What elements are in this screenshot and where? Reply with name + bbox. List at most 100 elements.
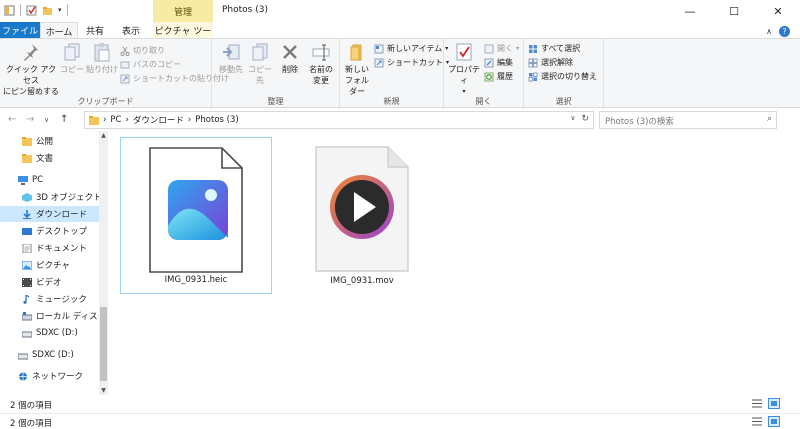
history-button[interactable]: 履歴 <box>484 71 513 82</box>
paste-button[interactable]: 貼り付け <box>86 42 118 75</box>
nav-label: ネットワーク <box>32 372 84 382</box>
nav-item-videos[interactable]: ビデオ <box>0 274 99 290</box>
large-icons-view-icon[interactable] <box>768 416 780 427</box>
quick-access-toolbar: ▾ <box>4 4 68 16</box>
new-item-label: 新しいアイテム <box>387 44 443 53</box>
copy-to-label: コピー先 <box>248 65 272 85</box>
file-item-heic[interactable]: IMG_0931.heic <box>120 137 272 294</box>
select-none-button[interactable]: 選択解除 <box>528 57 573 68</box>
nav-item-documents-folder[interactable]: 文書 <box>0 150 99 166</box>
clipboard-group-label: クリップボード <box>77 97 134 106</box>
close-button[interactable]: ✕ <box>756 0 800 22</box>
nav-scrollbar[interactable]: ▲ ▼ <box>99 131 108 395</box>
tab-file[interactable]: ファイル <box>0 22 40 38</box>
nav-item-sdxc-d[interactable]: SDXC (D:) <box>0 325 99 341</box>
navigation-pane: 公開 文書 PC 3D オブジェクト ダウンロード デスクトップ ドキュメント … <box>0 131 99 395</box>
nav-item-sdxc-d-root[interactable]: SDXC (D:) <box>0 347 99 363</box>
invert-selection-button[interactable]: 選択の切り替え <box>528 71 597 82</box>
search-icon[interactable]: ⌕ <box>767 114 772 124</box>
nav-item-documents[interactable]: ドキュメント <box>0 240 99 256</box>
large-icons-view-icon[interactable] <box>768 398 780 409</box>
new-item-button[interactable]: 新しいアイテム ▾ <box>374 43 448 54</box>
forward-button[interactable]: → <box>26 114 34 125</box>
item-count: 2 個の項目 <box>10 401 53 411</box>
nav-item-network[interactable]: ネットワーク <box>0 368 99 384</box>
minimize-button[interactable]: — <box>668 0 712 22</box>
up-button[interactable]: ↑ <box>60 114 68 125</box>
breadcrumb-downloads[interactable]: ダウンロード <box>133 114 184 126</box>
organize-group: 移動先 コピー先 削除 名前の 変更 整理 <box>212 39 340 109</box>
scroll-up-icon[interactable]: ▲ <box>99 131 108 140</box>
select-all-label: すべて選択 <box>541 44 581 53</box>
refresh-icon[interactable]: ↻ <box>581 114 589 124</box>
nav-item-pc[interactable]: PC <box>0 172 99 188</box>
photos-app-icon <box>149 147 243 273</box>
delete-x-icon <box>283 45 297 59</box>
folder-icon <box>89 115 99 125</box>
properties-qat-icon[interactable] <box>26 5 37 16</box>
nav-item-downloads[interactable]: ダウンロード <box>0 206 99 222</box>
nav-item-music[interactable]: ミュージック <box>0 291 99 307</box>
move-to-icon <box>223 44 240 60</box>
move-to-button[interactable]: 移動先 <box>218 42 244 75</box>
address-bar-row: ← → ∨ ↑ › PC › ダウンロード › Photos (3) ∨ ↻ P… <box>0 110 800 130</box>
qat-customize-icon[interactable]: ▾ <box>58 6 62 14</box>
new-folder-qat-icon[interactable] <box>42 5 53 16</box>
cut-button[interactable]: 切り取り <box>120 45 165 56</box>
search-input[interactable]: Photos (3)の検索 ⌕ <box>599 111 777 129</box>
shortcut-icon <box>374 58 384 67</box>
scissors-icon <box>120 46 130 56</box>
scroll-down-icon[interactable]: ▼ <box>99 386 108 395</box>
address-dropdown-icon[interactable]: ∨ <box>570 114 575 124</box>
select-group: すべて選択 選択解除 選択の切り替え 選択 <box>524 39 604 109</box>
select-none-icon <box>528 58 538 67</box>
select-group-label: 選択 <box>555 97 572 106</box>
help-icon[interactable]: ? <box>779 26 790 37</box>
select-all-button[interactable]: すべて選択 <box>528 43 580 54</box>
manage-tab[interactable]: 管理 <box>153 0 213 22</box>
edit-button[interactable]: 編集 <box>484 57 513 68</box>
nav-item-public[interactable]: 公開 <box>0 133 99 149</box>
copy-button[interactable]: コピー <box>60 42 84 75</box>
pin-icon <box>24 44 38 61</box>
rename-button[interactable]: 名前の 変更 <box>306 42 336 86</box>
rename-icon <box>312 44 330 61</box>
nav-item-pictures[interactable]: ピクチャ <box>0 257 99 273</box>
tab-picture-tools[interactable]: ピクチャ ツール <box>153 22 213 50</box>
open-button[interactable]: 開く ▾ <box>484 43 519 54</box>
pin-quick-access-button[interactable]: クイック アクセス にピン留めする <box>2 42 60 97</box>
file-item-mov[interactable]: IMG_0931.mov <box>286 137 438 294</box>
address-actions: ∨ ↻ <box>570 114 589 124</box>
collapse-ribbon-icon[interactable]: ∧ <box>766 27 772 36</box>
scroll-thumb[interactable] <box>100 307 107 381</box>
tab-share[interactable]: 共有 <box>80 22 110 38</box>
tab-view[interactable]: 表示 <box>112 22 150 38</box>
new-group: 新しい フォルダー 新しいアイテム ▾ ショートカット ▾ 新規 <box>340 39 449 109</box>
search-placeholder: Photos (3)の検索 <box>605 117 674 127</box>
new-folder-button[interactable]: 新しい フォルダー <box>342 42 372 97</box>
paste-label: 貼り付け <box>86 65 118 74</box>
details-view-icon[interactable] <box>751 398 763 409</box>
recent-locations-button[interactable]: ∨ <box>44 116 49 124</box>
properties-button[interactable]: プロパティ ▾ <box>446 42 482 97</box>
copy-to-button[interactable]: コピー先 <box>246 42 274 86</box>
address-box[interactable]: › PC › ダウンロード › Photos (3) ∨ ↻ <box>84 111 594 129</box>
back-button[interactable]: ← <box>8 114 16 125</box>
nav-item-3d-objects[interactable]: 3D オブジェクト <box>0 189 99 205</box>
status-bar: 2 個の項目 <box>0 396 800 412</box>
nav-item-desktop[interactable]: デスクトップ <box>0 223 99 239</box>
details-view-icon[interactable] <box>751 416 763 427</box>
breadcrumb-pc[interactable]: PC <box>110 115 121 125</box>
nav-label: SDXC (D:) <box>36 328 78 338</box>
window-icon <box>4 5 15 15</box>
open-icon <box>484 44 494 53</box>
music-icon <box>23 294 30 304</box>
shortcut-button[interactable]: ショートカット ▾ <box>374 57 449 68</box>
tab-home[interactable]: ホーム <box>40 22 78 38</box>
copy-path-button[interactable]: パスのコピー <box>120 59 181 70</box>
maximize-button[interactable]: ☐ <box>712 0 756 22</box>
nav-item-local-disk-c[interactable]: ローカル ディスク (C <box>0 308 99 324</box>
breadcrumb-photos[interactable]: Photos (3) <box>195 115 238 125</box>
history-icon <box>484 72 494 81</box>
delete-button[interactable]: 削除 <box>278 42 302 75</box>
